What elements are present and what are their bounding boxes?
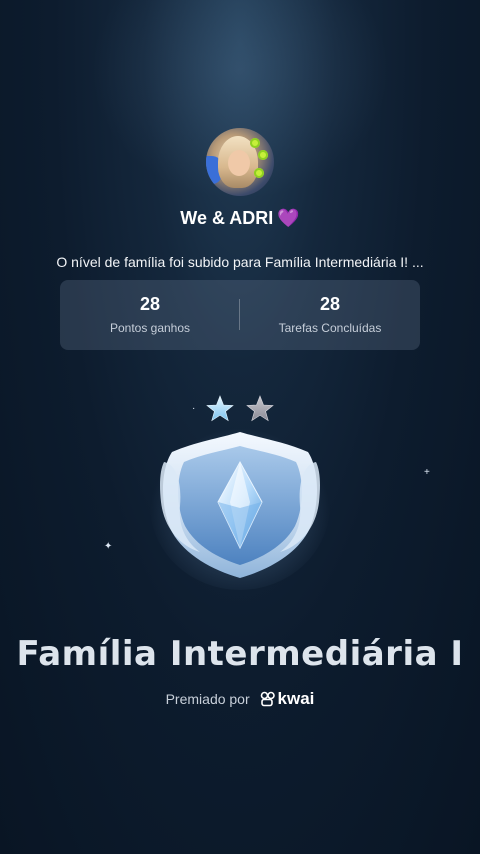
shield-diamond-icon	[150, 395, 330, 590]
level-up-message: O nível de família foi subido para Famíl…	[56, 254, 424, 270]
level-title: Família Intermediária I	[16, 634, 464, 674]
sparkle-icon: ✦	[104, 541, 113, 552]
stat-tasks-label: Tarefas Concluídas	[278, 321, 382, 335]
stat-points: 28 Pontos ganhos	[60, 280, 240, 350]
avatar-detail	[254, 168, 264, 178]
awarded-by-label: Premiado por	[165, 691, 250, 707]
stat-points-value: 28	[139, 294, 161, 314]
stat-tasks-value: 28	[319, 294, 341, 314]
avatar-detail	[250, 138, 260, 148]
avatar[interactable]	[206, 128, 274, 196]
stats-card: 28 Pontos ganhos 28 Tarefas Concluídas	[60, 280, 420, 350]
awarded-by: Premiado por kwai	[0, 689, 480, 709]
kwai-logo-icon	[260, 691, 275, 707]
family-name-text: We & ADRI	[180, 208, 274, 228]
stat-points-label: Pontos ganhos	[109, 321, 191, 335]
stat-tasks: 28 Tarefas Concluídas	[240, 280, 420, 350]
avatar-detail	[228, 150, 250, 176]
sparkle-icon: +	[424, 467, 430, 478]
kwai-brand: kwai	[277, 689, 315, 708]
purple-heart-icon: 💜	[277, 208, 300, 228]
star-outline-icon	[246, 395, 274, 422]
avatar-detail	[258, 150, 268, 160]
star-filled-icon	[206, 395, 234, 422]
family-name: We & ADRI 💜	[0, 208, 480, 229]
